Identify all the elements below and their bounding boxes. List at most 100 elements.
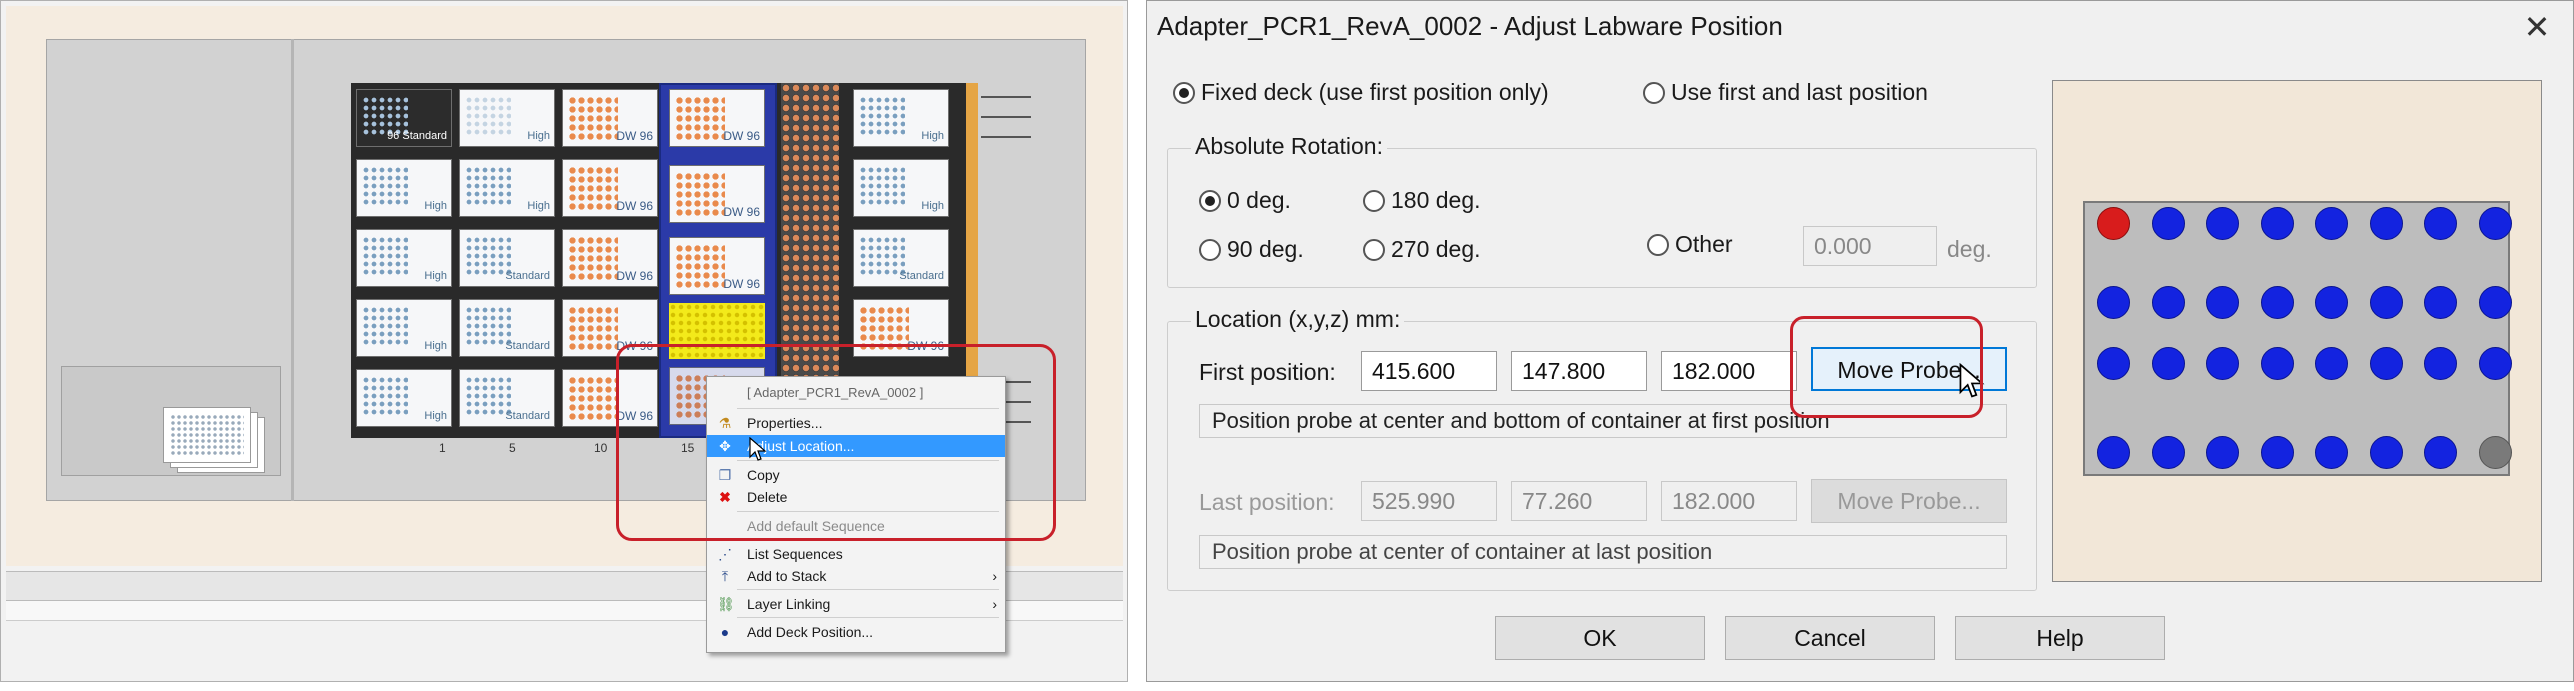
menu-item-add-deck-position[interactable]: ● Add Deck Position... bbox=[707, 621, 1005, 643]
well bbox=[2315, 436, 2348, 469]
labware-label: Standard bbox=[505, 410, 550, 422]
radio-rotation-90[interactable] bbox=[1199, 239, 1221, 261]
deck-divider bbox=[291, 39, 294, 501]
menu-separator bbox=[737, 589, 999, 590]
last-move-probe-button[interactable]: Move Probe... bbox=[1811, 479, 2007, 523]
well bbox=[2206, 207, 2239, 240]
labware-label: High bbox=[424, 340, 447, 352]
labware-tile[interactable]: High bbox=[853, 159, 949, 217]
labware-label: 96 Standard bbox=[387, 130, 447, 142]
track-number: 5 bbox=[509, 441, 516, 455]
labware-tile[interactable]: DW 96 bbox=[562, 89, 658, 147]
other-rotation-unit: deg. bbox=[1947, 236, 1992, 262]
well bbox=[2369, 347, 2403, 380]
labware-label: DW 96 bbox=[723, 205, 760, 219]
labware-label: DW 96 bbox=[616, 199, 653, 213]
labware-label: Standard bbox=[505, 270, 550, 282]
labware-tile[interactable]: DW 96 bbox=[562, 159, 658, 217]
plate-stack-area[interactable] bbox=[61, 366, 281, 476]
first-y-input[interactable]: 147.800 bbox=[1511, 351, 1647, 391]
labware-label: DW 96 bbox=[616, 269, 653, 283]
layer-linking-icon: ⛓ bbox=[717, 596, 735, 612]
well bbox=[2369, 286, 2403, 319]
rotation-group-label: Absolute Rotation: bbox=[1191, 133, 1387, 160]
radio-rotation-270-label: 270 deg. bbox=[1391, 236, 1481, 262]
last-z-input[interactable]: 182.000 bbox=[1661, 481, 1797, 521]
side-line bbox=[981, 136, 1031, 138]
labware-tile[interactable]: Standard bbox=[853, 229, 949, 287]
labware-tile[interactable]: Standard bbox=[459, 299, 555, 357]
labware-label: High bbox=[424, 410, 447, 422]
radio-rotation-0-label: 0 deg. bbox=[1227, 187, 1291, 213]
well bbox=[2151, 207, 2185, 240]
well bbox=[2151, 347, 2185, 380]
well bbox=[2206, 436, 2239, 469]
labware-tile[interactable]: Standard bbox=[459, 229, 555, 287]
well bbox=[2478, 347, 2512, 380]
radio-rotation-0[interactable] bbox=[1199, 190, 1221, 212]
menu-item-layer-linking[interactable]: ⛓ Layer Linking › bbox=[707, 593, 1005, 615]
labware-tile[interactable]: 96 Standard bbox=[356, 89, 452, 147]
well bbox=[2260, 347, 2294, 380]
deck-position-icon: ● bbox=[720, 624, 730, 640]
well bbox=[2424, 207, 2457, 240]
labware-tile[interactable]: DW 96 bbox=[669, 165, 765, 223]
dialog-title: Adapter_PCR1_RevA_0002 - Adjust Labware … bbox=[1157, 11, 1783, 41]
labware-tile[interactable]: High bbox=[459, 159, 555, 217]
labware-label: DW 96 bbox=[723, 277, 760, 291]
labware-tile[interactable]: DW 96 bbox=[669, 89, 765, 147]
menu-item-add-to-stack[interactable]: ⤒ Add to Stack › bbox=[707, 565, 1005, 587]
location-group-label: Location (x,y,z) mm: bbox=[1191, 306, 1405, 333]
labware-tile[interactable]: DW 96 bbox=[669, 237, 765, 295]
well bbox=[2369, 436, 2403, 469]
well bbox=[2097, 436, 2130, 469]
well bbox=[2315, 207, 2348, 240]
cancel-button[interactable]: Cancel bbox=[1725, 616, 1935, 660]
last-position-label: Last position: bbox=[1199, 489, 1335, 515]
radio-rotation-180[interactable] bbox=[1363, 190, 1385, 212]
radio-rotation-other[interactable] bbox=[1647, 234, 1669, 256]
first-position-label: First position: bbox=[1199, 359, 1336, 385]
last-y-input[interactable]: 77.260 bbox=[1511, 481, 1647, 521]
menu-separator bbox=[737, 617, 999, 618]
menu-item-label: Layer Linking bbox=[747, 596, 831, 612]
labware-tile[interactable]: High bbox=[356, 369, 452, 427]
well bbox=[2478, 207, 2512, 240]
other-rotation-input[interactable]: 0.000 bbox=[1803, 226, 1937, 266]
labware-label: DW 96 bbox=[616, 129, 653, 143]
labware-tile[interactable]: High bbox=[356, 229, 452, 287]
well bbox=[2315, 286, 2348, 319]
close-icon[interactable]: ✕ bbox=[2517, 7, 2557, 47]
chevron-right-icon: › bbox=[992, 596, 997, 612]
labware-label: High bbox=[527, 130, 550, 142]
help-button[interactable]: Help bbox=[1955, 616, 2165, 660]
menu-item-label: Add to Stack bbox=[747, 568, 827, 584]
labware-label: High bbox=[424, 270, 447, 282]
menu-item-label: Add Deck Position... bbox=[747, 624, 874, 640]
labware-tile[interactable]: High bbox=[356, 299, 452, 357]
menu-item-list-sequences[interactable]: ⋰ List Sequences bbox=[707, 543, 1005, 565]
radio-first-last[interactable] bbox=[1643, 82, 1665, 104]
first-x-input[interactable]: 415.600 bbox=[1361, 351, 1497, 391]
plate-wells bbox=[170, 414, 244, 456]
labware-tile[interactable]: DW 96 bbox=[562, 229, 658, 287]
deck-layout-panel: 96 Standard High High High High High Hig… bbox=[0, 0, 1128, 682]
labware-label: High bbox=[424, 200, 447, 212]
ok-button[interactable]: OK bbox=[1495, 616, 1705, 660]
radio-fixed-deck-label: Fixed deck (use first position only) bbox=[1201, 79, 1549, 105]
add-to-stack-icon: ⤒ bbox=[721, 568, 729, 584]
radio-rotation-270[interactable] bbox=[1363, 239, 1385, 261]
list-sequences-icon: ⋰ bbox=[718, 546, 732, 562]
well bbox=[2478, 286, 2512, 319]
labware-label: Standard bbox=[899, 270, 944, 282]
well bbox=[2097, 347, 2130, 380]
labware-tile[interactable]: High bbox=[459, 89, 555, 147]
first-z-input[interactable]: 182.000 bbox=[1661, 351, 1797, 391]
labware-label: High bbox=[921, 200, 944, 212]
labware-tile[interactable]: High bbox=[853, 89, 949, 147]
last-x-input[interactable]: 525.990 bbox=[1361, 481, 1497, 521]
radio-fixed-deck[interactable] bbox=[1173, 82, 1195, 104]
last-well bbox=[2478, 436, 2512, 469]
labware-tile[interactable]: High bbox=[356, 159, 452, 217]
labware-tile[interactable]: Standard bbox=[459, 369, 555, 427]
